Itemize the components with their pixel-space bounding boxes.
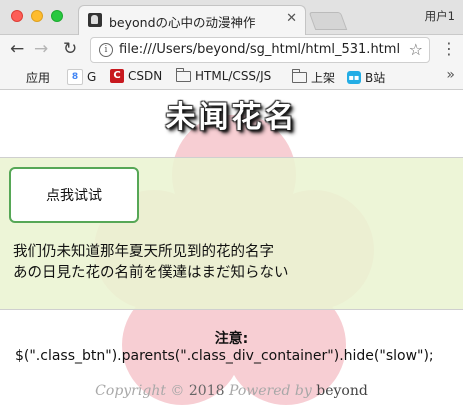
bookmarks-overflow-icon[interactable]: »	[446, 67, 455, 83]
favicon-icon	[88, 13, 102, 27]
close-window-button[interactable]	[11, 10, 23, 22]
poem-line-japanese: あの日見た花の名前を僕達はまだ知らない	[13, 265, 289, 281]
footer-author: beyond	[316, 383, 368, 399]
new-tab-button[interactable]	[308, 12, 348, 30]
info-icon[interactable]: i	[99, 43, 113, 57]
bookmark-csdn[interactable]: C CSDN	[110, 69, 162, 83]
bookmark-google-label: G	[87, 70, 97, 84]
tab-close-icon[interactable]: ✕	[286, 11, 297, 26]
bookmark-shangjia[interactable]: 上架	[292, 69, 335, 86]
bilibili-icon: ▪▪	[347, 71, 361, 84]
minimize-window-button[interactable]	[31, 10, 43, 22]
browser-toolbar: ← → ↻ i file:///Users/beyond/sg_html/htm…	[0, 35, 463, 65]
try-me-button[interactable]: 点我试试	[9, 167, 139, 223]
footer-year: 2018	[188, 383, 225, 399]
zoom-window-button[interactable]	[51, 10, 63, 22]
poem-text: 我们仍未知道那年夏天所见到的花的名字 あの日見た花の名前を僕達はまだ知らない	[13, 242, 289, 284]
browser-titlebar: beyondの心中の动漫神作 ✕ 用户1	[0, 0, 463, 35]
bookmark-html-label: HTML/CSS/JS	[195, 69, 272, 83]
note-label: 注意:	[214, 331, 249, 347]
bookmark-google[interactable]: 8 G	[67, 69, 96, 85]
bookmark-csdn-label: CSDN	[128, 69, 163, 83]
csdn-icon: C	[110, 69, 124, 83]
poem-line-chinese: 我们仍未知道那年夏天所见到的花的名字	[13, 244, 274, 260]
bookmark-bzhan[interactable]: ▪▪ B站	[347, 69, 385, 86]
bookmark-bzhan-label: B站	[365, 71, 386, 85]
browser-tab[interactable]: beyondの心中の动漫神作 ✕	[78, 5, 306, 35]
apps-grid-icon	[10, 72, 22, 84]
bookmark-star-icon[interactable]: ☆	[409, 40, 423, 59]
forward-arrow-icon[interactable]: →	[34, 39, 48, 59]
page-footer: Copyright © 2018 Powered by beyond	[0, 383, 463, 399]
footer-powered: Powered by	[228, 383, 312, 399]
bookmark-apps-label: 应用	[26, 71, 51, 85]
bookmark-shangjia-label: 上架	[311, 71, 336, 85]
page-title: 未闻花名	[165, 100, 298, 135]
address-bar[interactable]: i file:///Users/beyond/sg_html/html_531.…	[90, 37, 430, 63]
folder-icon	[176, 67, 191, 82]
tab-title: beyondの心中の动漫神作	[109, 15, 256, 30]
page-body: 未闻花名 点我试试 我们仍未知道那年夏天所见到的花的名字 あの日見た花の名前を僕…	[0, 90, 463, 409]
url-text[interactable]: file:///Users/beyond/sg_html/html_531.ht…	[119, 42, 400, 57]
google-icon: 8	[67, 69, 83, 85]
user-profile-label[interactable]: 用户1	[425, 8, 455, 24]
div-container: 点我试试 我们仍未知道那年夏天所见到的花的名字 あの日見た花の名前を僕達はまだ知…	[0, 157, 463, 310]
browser-menu-icon[interactable]: ⋮	[441, 40, 457, 58]
reload-icon[interactable]: ↻	[63, 39, 77, 59]
folder-icon	[292, 69, 307, 83]
back-arrow-icon[interactable]: ←	[10, 39, 24, 59]
bookmark-apps[interactable]: 应用	[10, 69, 50, 86]
footer-copyright: Copyright ©	[95, 383, 185, 399]
bookmark-html-css-js[interactable]: HTML/CSS/JS	[176, 67, 272, 83]
bookmarks-bar: 应用 8 G C CSDN HTML/CSS/JS 上架 ▪▪ B站 »	[0, 65, 463, 90]
note-code: $(".class_btn").parents(".class_div_cont…	[15, 348, 434, 364]
